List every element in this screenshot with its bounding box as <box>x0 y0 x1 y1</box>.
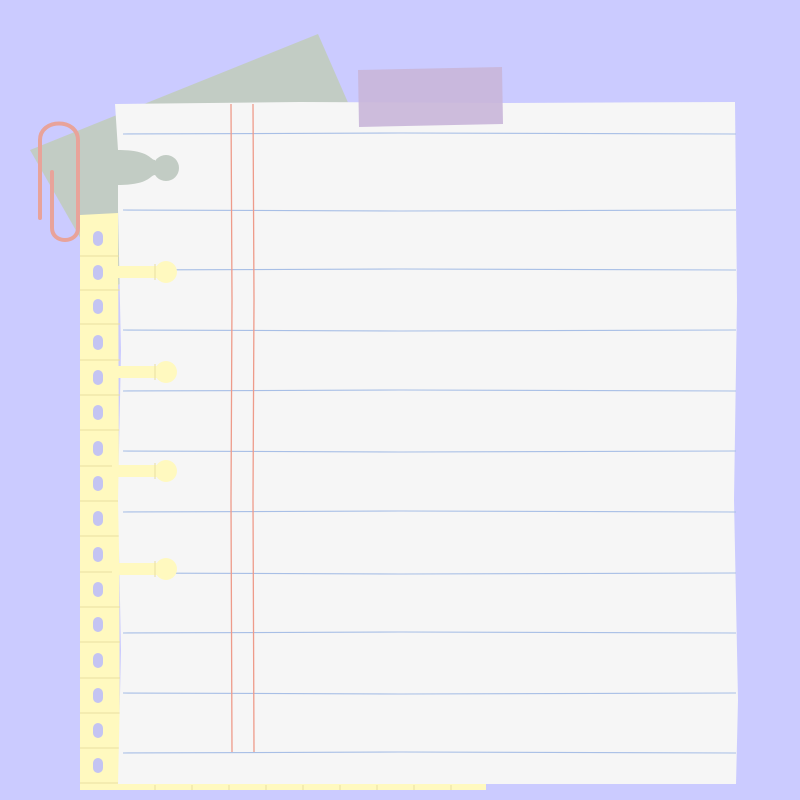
binder-hole <box>93 511 103 526</box>
binder-hole <box>93 617 103 632</box>
binder-hole <box>93 231 103 246</box>
binder-hole <box>93 476 103 491</box>
washi-tape-icon <box>358 67 503 127</box>
binder-hole <box>93 758 103 773</box>
lined-paper <box>115 102 738 784</box>
binder-hole <box>93 335 103 350</box>
binder-hole <box>93 547 103 562</box>
binder-hole <box>93 370 103 385</box>
binder-hole <box>93 653 103 668</box>
binder-hole <box>93 582 103 597</box>
binder-hole <box>93 688 103 703</box>
binder-hole <box>93 723 103 738</box>
binder-hole <box>93 405 103 420</box>
notebook-paper-canvas <box>0 0 800 800</box>
binder-hole <box>93 299 103 314</box>
binder-hole <box>93 441 103 456</box>
binder-hole <box>93 265 103 280</box>
